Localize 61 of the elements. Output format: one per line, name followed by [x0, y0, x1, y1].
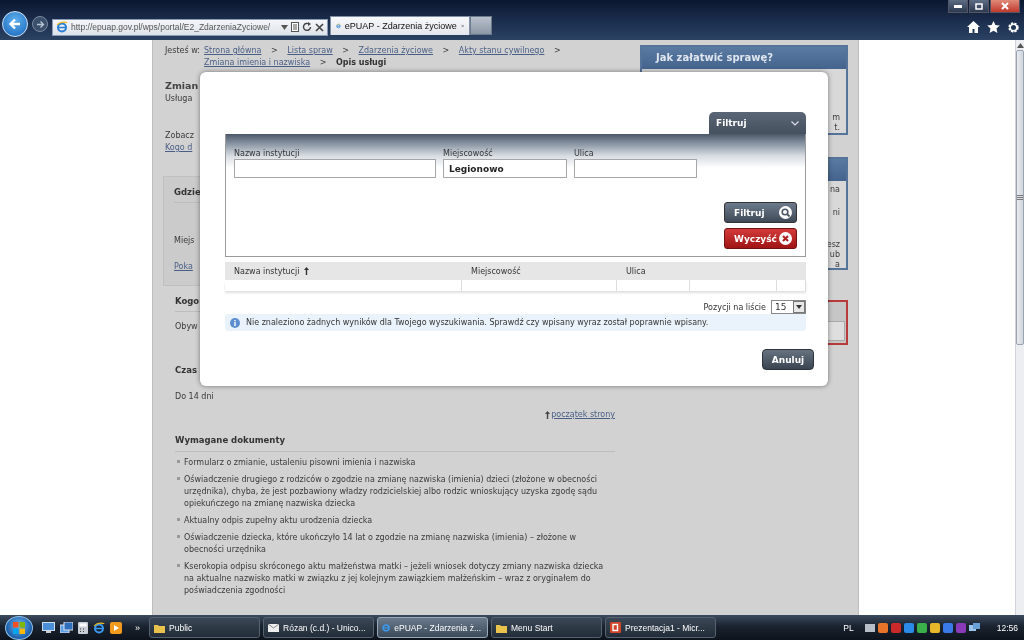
taskbar-button[interactable]: Rózan (c.d.) - Unico... — [263, 617, 374, 638]
document-item: Formularz o zmianie, ustaleniu pisowni imienia i nazwiska — [184, 457, 416, 469]
panel-text: ni — [832, 208, 840, 218]
column-header[interactable]: Miejscowość — [462, 262, 617, 280]
document-item: Aktualny odpis zupełny aktu urodzenia dziecka — [184, 515, 373, 527]
more-button[interactable]: » — [133, 622, 146, 633]
panel-text: a — [835, 260, 840, 270]
breadcrumb-link[interactable]: Zmiana imienia i nazwiska — [204, 58, 311, 67]
panel-text: t. — [834, 123, 840, 133]
section-heading: Kogo — [175, 295, 200, 308]
back-to-top-link[interactable]: początek strony — [551, 409, 615, 421]
field-label: Ulica — [574, 148, 595, 159]
field-label: Nazwa instytucji — [234, 148, 301, 159]
filter-button[interactable]: Filtruj — [724, 202, 797, 223]
breadcrumb-separator: > — [553, 46, 561, 55]
breadcrumb-separator: > — [271, 46, 278, 55]
field-label: Miejscowość — [443, 148, 494, 159]
language-indicator: PL — [843, 622, 854, 633]
section-heading: Gdzie — [174, 186, 201, 199]
taskbar-button[interactable]: ePUAP - Zdarzenia ż... — [377, 617, 488, 638]
breadcrumb-link[interactable]: Lista spraw — [287, 46, 333, 55]
filter-tab[interactable]: Filtruj — [709, 112, 806, 134]
panel-header: Jak załatwić sprawę? — [642, 47, 846, 69]
clock: 12:56 — [996, 622, 1018, 633]
cancel-button[interactable]: Anuluj — [762, 349, 814, 370]
breadcrumb-current: Opis usługi — [335, 58, 387, 67]
page-size-label: Pozycji na liście — [703, 302, 766, 312]
map-link[interactable]: Poka — [174, 262, 193, 271]
breadcrumb-link[interactable]: Strona główna — [204, 46, 262, 55]
section-heading: Czas — [175, 364, 197, 377]
service-subtitle: Usługa — [165, 93, 193, 105]
section-text: Miejs — [174, 235, 195, 247]
panel-text: na — [830, 185, 840, 195]
taskbar-button[interactable]: Menu Start — [491, 617, 602, 638]
breadcrumb-separator: > — [342, 46, 349, 55]
breadcrumb-separator: > — [442, 46, 450, 55]
section-text: Obyw — [175, 321, 198, 333]
document-item: Oświadczenie drugiego z rodziców o zgodzie na zmianę nazwiska (imienia) dzieci (złożone w obecności urzędnika), chyba, że jest pozbawiony władzy rodzicielskiej albo rodzic wnioskujący uzyska zgodę sądu opiekuńczego na zmianę nazwiska dziecka — [184, 474, 599, 510]
browser-tab[interactable]: ePUAP - Zdarzenia życiowe — [330, 16, 470, 35]
breadcrumb-link[interactable]: Akty stanu cywilnego — [458, 46, 545, 55]
section-text: Do 14 dni — [175, 391, 214, 403]
breadcrumb-separator: > — [319, 58, 327, 67]
input-field[interactable]: Legionowo — [443, 159, 567, 178]
taskbar-button[interactable]: Public — [149, 617, 260, 638]
service-title: Zmian — [165, 79, 199, 93]
message-text: Nie znaleziono żadnych wyników dla Twojego wyszukiwania. Sprawdź czy wpisany wyraz został poprawnie wpisany. — [246, 318, 709, 327]
page-size-select[interactable]: 15 — [771, 300, 806, 314]
document-item: Kserokopia odpisu skróconego aktu małżeństwa matki – jeżeli wniosek dotyczy zmiany nazwiska dziecka na aktualne nazwisko matki w związku z jej kolejnym zawiązkiem małżeńskim – wraz z oryginałem do poświadczenia zgodności — [184, 561, 605, 597]
clear-button[interactable]: Wyczyść — [724, 228, 797, 249]
address-field[interactable]: http://epuap.gov.pl/wps/portal/E2_ZdarzeniaZyciowe/ — [52, 18, 328, 36]
column-header[interactable]: Ulica — [617, 262, 690, 280]
document-item: Oświadczenie dziecka, które ukończyło 14 lat o zgodzie na zmianę nazwiska (imienia) – złożone w obecności urzędnika — [184, 532, 577, 556]
breadcrumb-label: Jesteś w: — [165, 45, 202, 57]
panel-text: ub — [829, 250, 840, 260]
section-heading: Wymagane dokumenty — [175, 434, 285, 447]
see-also-link[interactable]: Kogo d — [165, 143, 193, 152]
taskbar-button[interactable]: Prezentacja1 - Micr... — [605, 617, 716, 638]
panel-text: m — [832, 113, 840, 123]
breadcrumb-link[interactable]: Zdarzenia życiowe — [358, 46, 434, 55]
see-also-text: Zobacz — [165, 130, 194, 142]
column-header[interactable]: Nazwa instytucji — [225, 262, 462, 280]
